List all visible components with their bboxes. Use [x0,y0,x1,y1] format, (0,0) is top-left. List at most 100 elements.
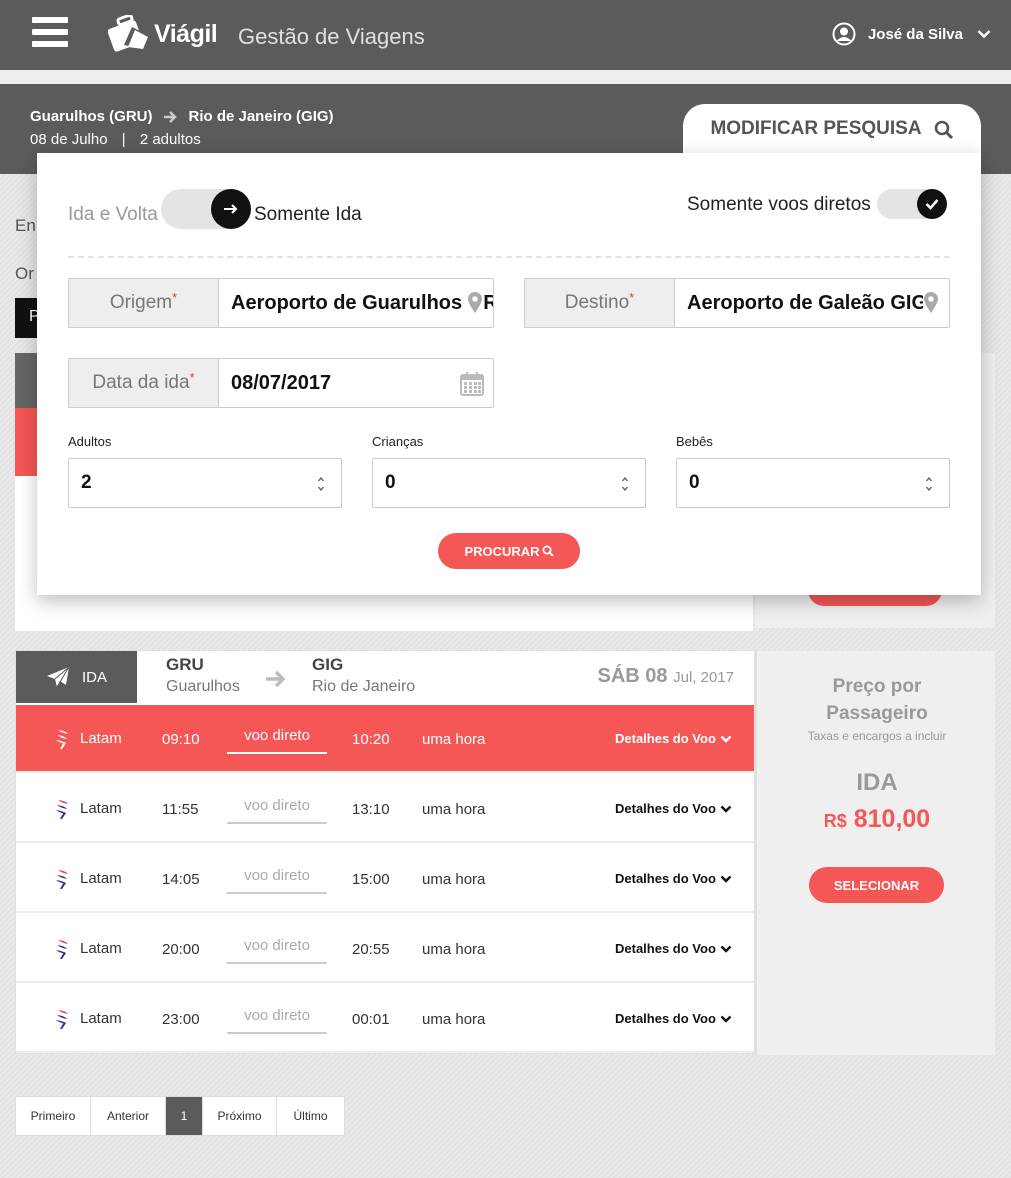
adults-stepper[interactable]: 2 [68,458,342,508]
flight-duration: uma hora [422,941,486,958]
flight-details-link[interactable]: Detalhes do Voo [615,801,732,816]
flight-row[interactable]: Latam 14:05 voo direto 15:00 uma hora De… [16,845,754,913]
search-icon [934,120,953,140]
airline-name: Latam [80,800,122,817]
flight-row[interactable]: Latam 23:00 voo direto 00:01 uma hora De… [16,985,754,1053]
checkmark-icon [925,199,939,210]
flight-details-label: Detalhes do Voo [615,941,716,956]
destination-label: Destino * [525,279,675,327]
toggle-knob [211,189,251,229]
chevron-down-icon [720,735,732,743]
flight-details-link[interactable]: Detalhes do Voo [615,731,732,746]
chevron-down-icon [977,30,991,39]
one-way-label[interactable]: Somente Ida [254,204,362,226]
origin-value: Aeroporto de Guarulhos GRU [231,291,493,314]
infants-label: Bebês [676,434,713,449]
flight-details-link[interactable]: Detalhes do Voo [615,871,732,886]
required-mark: * [189,369,195,385]
top-navbar: Viágil Gestão de Viagens José da Silva [0,0,1011,70]
brand-logo[interactable]: Viágil [108,14,218,54]
hamburger-menu-icon[interactable] [32,17,68,47]
flight-duration: uma hora [422,1011,486,1028]
round-trip-label[interactable]: Ida e Volta [68,204,158,226]
arrival-time: 00:01 [352,1011,390,1028]
price-leg: IDA [856,769,898,796]
origin-code: GRU [166,655,204,674]
user-avatar-icon [832,22,856,46]
departure-date-field: Data da ida * 08/07/2017 [68,358,494,408]
outbound-tab: IDA [16,651,137,703]
arrival-time: 15:00 [352,871,390,888]
flight-details-label: Detalhes do Voo [615,801,716,816]
date-label: Data da ida * [69,359,219,407]
background-text: Or [15,264,34,283]
flight-row[interactable]: Latam 20:00 voo direto 20:55 uma hora De… [16,915,754,983]
flight-row[interactable]: Latam 11:55 voo direto 13:10 uma hora De… [16,775,754,843]
children-stepper[interactable]: 0 [372,458,646,508]
latam-logo-icon [56,730,68,749]
infants-value: 0 [689,472,700,493]
latam-logo-icon [56,1010,68,1029]
spinner-arrows-icon[interactable] [621,475,629,493]
adults-label: Adultos [68,434,112,449]
spinner-arrows-icon[interactable] [317,475,325,493]
search-icon [542,545,554,557]
background-text: En [15,216,36,235]
select-flight-button[interactable]: SELECIONAR [809,867,944,903]
departure-time: 09:10 [162,731,200,748]
price-amount: 810,00 [853,805,931,833]
destination-value: Aeroporto de Galeão GIG [687,291,928,314]
calendar-icon[interactable] [459,371,485,397]
trip-type-toggle[interactable] [161,189,251,229]
flight-row[interactable]: Latam 09:10 voo direto 10:20 uma hora De… [16,705,754,773]
route-origin: Guarulhos (GRU) [30,108,153,125]
paper-plane-icon [46,666,70,688]
divider [68,256,950,258]
chevron-down-icon [720,875,732,883]
app-subtitle: Gestão de Viagens [238,24,425,49]
direct-flight-label: voo direto [227,719,327,754]
spinner-arrows-icon[interactable] [925,475,933,493]
direct-flight-label: voo direto [227,929,327,964]
flight-date-day: SÁB 08 [597,665,668,687]
date-input[interactable]: 08/07/2017 [219,359,493,407]
brand-name: Viágil [154,19,218,48]
user-menu[interactable]: José da Silva [832,22,991,46]
pagination-next[interactable]: Próximo [203,1097,277,1135]
route-date: 08 de Julho [30,131,108,148]
search-button-label: PROCURAR [464,543,540,559]
pagination-page-current[interactable]: 1 [166,1097,203,1135]
modify-search-label: MODIFICAR PESQUISA [710,118,922,139]
price-value: R$ 810,00 [757,805,997,834]
route-separator: | [121,131,126,148]
direct-flight-label: voo direto [227,999,327,1034]
origin-field: Origem * Aeroporto de Guarulhos GRU [68,278,494,328]
direct-flight-label: voo direto [227,859,327,894]
adults-value: 2 [81,472,92,493]
search-button[interactable]: PROCURAR [438,533,580,569]
origin-label: Origem * [69,279,219,327]
latam-logo-icon [56,800,68,819]
direct-flights-toggle[interactable] [877,189,947,219]
departure-time: 11:55 [162,801,199,818]
price-title-line2: Passageiro [826,703,928,724]
children-label: Crianças [372,434,424,449]
location-pin-icon [923,291,939,315]
flight-details-link[interactable]: Detalhes do Voo [615,941,732,956]
pagination-first[interactable]: Primeiro [16,1097,91,1135]
infants-stepper[interactable]: 0 [676,458,950,508]
user-name: José da Silva [867,25,963,43]
suitcase-logo-icon [108,15,148,52]
departure-time: 23:00 [162,1011,200,1028]
chevron-down-icon [720,1015,732,1023]
destination-input[interactable]: Aeroporto de Galeão GIG [675,279,949,327]
flight-duration: uma hora [422,731,486,748]
arrival-time: 20:55 [352,941,390,958]
flight-details-link[interactable]: Detalhes do Voo [615,1011,732,1026]
latam-logo-icon [56,940,68,959]
pagination-last[interactable]: Último [277,1097,344,1135]
required-mark: * [629,289,635,305]
pagination-prev[interactable]: Anterior [91,1097,166,1135]
destination-city: Rio de Janeiro [312,678,416,695]
origin-input[interactable]: Aeroporto de Guarulhos GRU [219,279,493,327]
